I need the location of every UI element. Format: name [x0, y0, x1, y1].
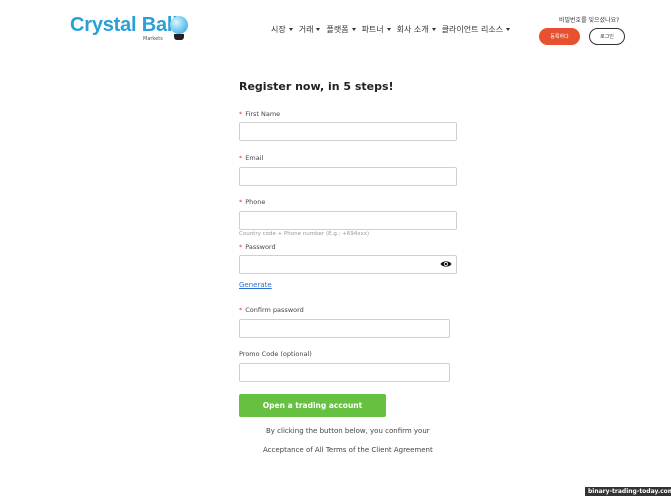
confirm-password-label: * Confirm password	[239, 306, 304, 314]
eye-icon[interactable]	[440, 260, 452, 268]
chevron-down-icon	[351, 28, 356, 31]
required-marker: *	[239, 243, 243, 251]
password-input[interactable]	[239, 255, 457, 274]
required-marker: *	[239, 154, 243, 162]
login-button[interactable]: 로그인	[589, 28, 625, 45]
forgot-password-link[interactable]: 비밀번호를 잊으셨나요?	[559, 15, 619, 24]
logo[interactable]: Crystal Ball Markets	[70, 14, 190, 46]
promo-code-label: Promo Code (optional)	[239, 350, 312, 358]
phone-hint: Country code + Phone number (E.g.: +694x…	[239, 231, 370, 237]
main-nav: 시장 거래 플랫폼 파트너 회사 소개 클라이언트 리소스	[271, 24, 511, 35]
open-account-button[interactable]: Open a trading account	[239, 394, 386, 417]
required-marker: *	[239, 306, 243, 314]
consent-text-line2: Acceptance of All Terms of the Client Ag…	[263, 446, 433, 454]
chevron-down-icon	[431, 28, 436, 31]
generate-password-link[interactable]: Generate	[239, 281, 272, 289]
nav-item-markets[interactable]: 시장	[271, 24, 293, 35]
logo-text: Crystal Ball	[70, 14, 178, 36]
logo-subtitle: Markets	[143, 36, 163, 42]
chevron-down-icon	[386, 28, 391, 31]
chevron-down-icon	[506, 28, 511, 31]
promo-code-input[interactable]	[239, 363, 450, 382]
crystal-ball-icon	[170, 16, 188, 34]
consent-text-line1: By clicking the button below, you confir…	[266, 427, 430, 435]
email-label: * Email	[239, 154, 264, 162]
phone-label: * Phone	[239, 198, 266, 206]
phone-input[interactable]	[239, 211, 457, 230]
nav-item-platforms[interactable]: 플랫폼	[326, 24, 356, 35]
nav-item-trading[interactable]: 거래	[299, 24, 321, 35]
required-marker: *	[239, 110, 243, 118]
register-button[interactable]: 등록하다	[539, 28, 580, 45]
watermark: binary-trading-today.com	[585, 487, 671, 496]
chevron-down-icon	[288, 28, 293, 31]
nav-item-partners[interactable]: 파트너	[362, 24, 391, 35]
nav-item-about[interactable]: 회사 소개	[397, 24, 436, 35]
first-name-input[interactable]	[239, 122, 457, 141]
email-input[interactable]	[239, 167, 457, 186]
form-title: Register now, in 5 steps!	[239, 80, 394, 93]
required-marker: *	[239, 198, 243, 206]
first-name-label: * First Name	[239, 110, 281, 118]
nav-item-client-resources[interactable]: 클라이언트 리소스	[442, 24, 511, 35]
crystal-ball-base-icon	[174, 34, 184, 40]
chevron-down-icon	[316, 28, 321, 31]
password-label: * Password	[239, 243, 276, 251]
confirm-password-input[interactable]	[239, 319, 450, 338]
